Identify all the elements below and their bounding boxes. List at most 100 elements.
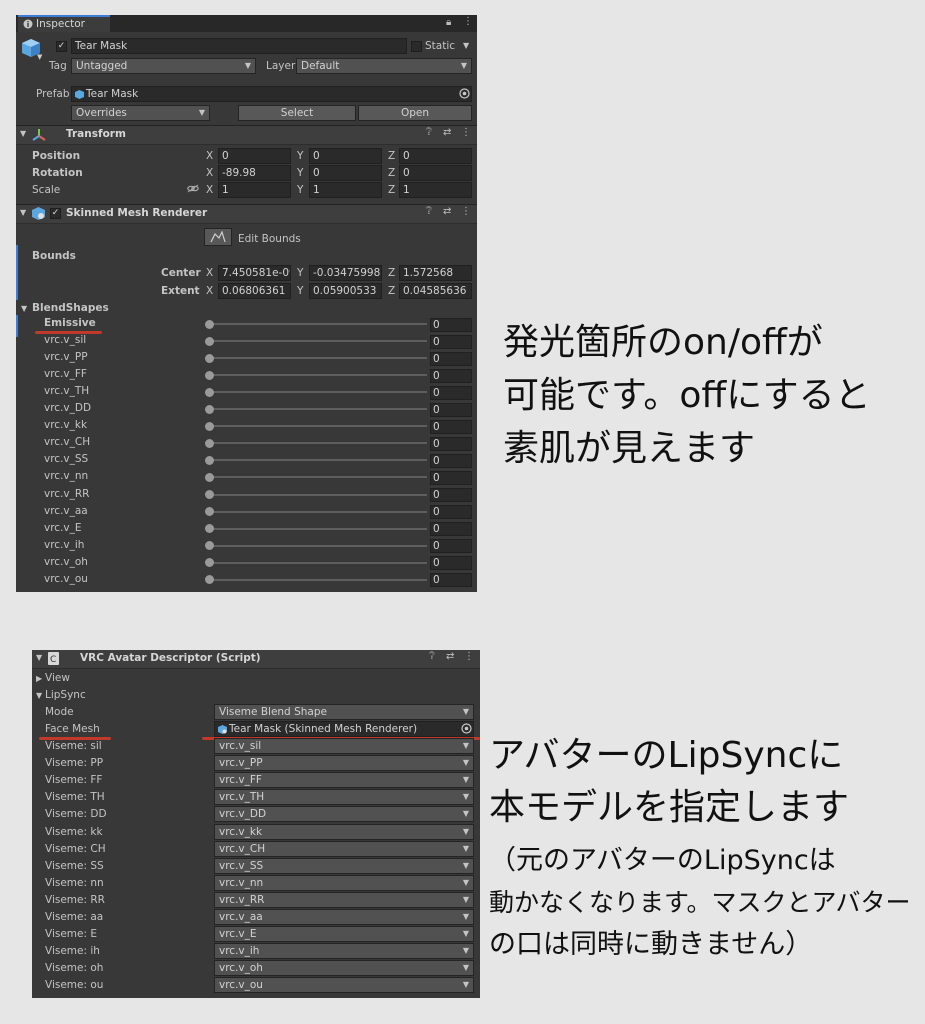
- blendshape-value-field[interactable]: 0: [430, 556, 472, 571]
- blendshape-value-field[interactable]: 0: [430, 436, 472, 451]
- prefab-field[interactable]: Tear Mask: [71, 86, 472, 102]
- help-icon[interactable]: ❔︎: [429, 651, 435, 662]
- foldout-arrow-icon[interactable]: ▼: [21, 304, 27, 313]
- viseme-dropdown[interactable]: vrc.v_CH ▼: [214, 840, 474, 857]
- viseme-dropdown[interactable]: vrc.v_RR ▼: [214, 891, 474, 908]
- transform-header[interactable]: ▼ Transform ❔︎ ⇄ ⋮: [16, 125, 477, 145]
- blendshape-slider-handle[interactable]: [205, 319, 214, 329]
- smr-enabled-checkbox[interactable]: ✓: [50, 208, 61, 219]
- link-scale-icon[interactable]: [187, 184, 199, 193]
- help-icon[interactable]: ❔︎: [426, 127, 432, 138]
- blendshape-value-field[interactable]: 0: [430, 488, 472, 502]
- viseme-dropdown[interactable]: vrc.v_aa ▼: [214, 909, 474, 925]
- blendshape-slider-handle[interactable]: [205, 490, 214, 499]
- blendshape-slider-track[interactable]: [209, 340, 427, 343]
- lipsync-foldout[interactable]: LipSync: [45, 689, 86, 701]
- more-icon[interactable]: ⋮: [461, 206, 471, 217]
- extent-y-field[interactable]: 0.05900533: [309, 283, 382, 299]
- blendshape-value-field[interactable]: 0: [430, 539, 472, 554]
- edit-bounds-button[interactable]: [204, 228, 232, 246]
- blendshape-slider-handle[interactable]: [205, 438, 214, 448]
- viseme-dropdown[interactable]: vrc.v_SS ▼: [214, 857, 474, 874]
- preset-icon[interactable]: ⇄: [443, 127, 451, 138]
- foldout-arrow-right-icon[interactable]: ▶: [36, 674, 42, 683]
- blendshape-slider-track[interactable]: [209, 493, 427, 496]
- overrides-dropdown[interactable]: Overrides ▼: [71, 105, 210, 121]
- blendshape-slider-track[interactable]: [209, 391, 427, 394]
- more-icon[interactable]: ⋮: [464, 651, 474, 662]
- preset-icon[interactable]: ⇄: [446, 651, 454, 662]
- blendshape-slider-handle[interactable]: [205, 370, 214, 380]
- viseme-dropdown[interactable]: vrc.v_kk ▼: [214, 823, 474, 840]
- more-icon[interactable]: ⋮: [463, 16, 473, 27]
- extent-z-field[interactable]: 0.04585636: [399, 283, 472, 299]
- blendshape-slider-track[interactable]: [209, 323, 427, 325]
- view-foldout[interactable]: View: [45, 672, 70, 684]
- tag-dropdown[interactable]: Untagged ▼: [71, 58, 256, 74]
- blendshape-value-field[interactable]: 0: [430, 385, 472, 400]
- object-picker-icon[interactable]: [459, 88, 470, 99]
- cube-dropdown-icon[interactable]: ▼: [37, 53, 42, 61]
- blendshape-slider-track[interactable]: [209, 357, 427, 360]
- viseme-dropdown[interactable]: vrc.v_oh ▼: [214, 960, 474, 977]
- viseme-dropdown[interactable]: vrc.v_E ▼: [214, 926, 474, 943]
- blendshape-slider-track[interactable]: [209, 408, 427, 411]
- blendshape-value-field[interactable]: 0: [430, 402, 472, 417]
- blendshape-value-field[interactable]: 0: [430, 368, 472, 383]
- mode-dropdown[interactable]: Viseme Blend Shape ▼: [214, 704, 474, 720]
- transform-y-field[interactable]: 1: [309, 182, 382, 198]
- blendshape-value-field[interactable]: 0: [430, 334, 472, 349]
- blendshape-value-field[interactable]: 0: [430, 317, 472, 332]
- more-icon[interactable]: ⋮: [461, 127, 471, 138]
- blendshape-slider-handle[interactable]: [205, 404, 214, 414]
- blendshape-slider-track[interactable]: [209, 476, 427, 479]
- transform-z-field[interactable]: 0: [399, 148, 472, 164]
- viseme-dropdown[interactable]: vrc.v_PP ▼: [214, 755, 474, 772]
- smr-header[interactable]: ▼ ✓ Skinned Mesh Renderer ❔︎ ⇄ ⋮: [16, 204, 477, 224]
- blendshape-slider-handle[interactable]: [205, 336, 214, 346]
- transform-z-field[interactable]: 1: [399, 182, 472, 198]
- blendshape-slider-handle[interactable]: [205, 524, 214, 534]
- blendshape-slider-handle[interactable]: [205, 421, 214, 431]
- blendshape-slider-track[interactable]: [209, 561, 427, 564]
- foldout-arrow-icon[interactable]: ▼: [20, 129, 26, 138]
- viseme-dropdown[interactable]: vrc.v_FF ▼: [214, 772, 474, 789]
- blendshapes-label[interactable]: BlendShapes: [32, 302, 109, 314]
- blendshape-slider-handle[interactable]: [205, 353, 214, 363]
- viseme-dropdown[interactable]: vrc.v_ih ▼: [214, 943, 474, 960]
- transform-x-field[interactable]: 1: [218, 182, 291, 198]
- viseme-dropdown[interactable]: vrc.v_ou ▼: [214, 977, 474, 994]
- object-name-field[interactable]: Tear Mask: [71, 38, 407, 54]
- center-y-field[interactable]: -0.03475998: [309, 265, 382, 281]
- viseme-dropdown[interactable]: vrc.v_TH ▼: [214, 789, 474, 806]
- blendshape-slider-track[interactable]: [209, 578, 427, 581]
- blendshape-value-field[interactable]: 0: [430, 573, 472, 588]
- viseme-dropdown[interactable]: vrc.v_nn ▼: [214, 874, 474, 891]
- select-button[interactable]: Select: [238, 105, 356, 121]
- active-checkbox[interactable]: ✓: [56, 41, 67, 52]
- blendshape-value-field[interactable]: 0: [430, 505, 472, 520]
- vrc-header[interactable]: ▼ C VRC Avatar Descriptor (Script) ❔︎ ⇄ …: [32, 650, 480, 669]
- preset-icon[interactable]: ⇄: [443, 206, 451, 217]
- blendshape-value-field[interactable]: 0: [430, 351, 472, 366]
- blendshape-slider-track[interactable]: [209, 425, 427, 428]
- static-checkbox[interactable]: [411, 41, 422, 52]
- viseme-dropdown[interactable]: vrc.v_sil ▼: [214, 738, 474, 754]
- blendshape-slider-handle[interactable]: [205, 472, 214, 482]
- object-picker-icon[interactable]: [461, 723, 472, 734]
- blendshape-value-field[interactable]: 0: [430, 522, 472, 537]
- transform-x-field[interactable]: -89.98: [218, 165, 291, 181]
- help-icon[interactable]: ❔︎: [426, 206, 432, 217]
- tab-inspector[interactable]: Inspector: [18, 15, 110, 32]
- blendshape-value-field[interactable]: 0: [430, 470, 472, 485]
- static-dropdown-icon[interactable]: ▼: [463, 41, 469, 50]
- blendshape-slider-track[interactable]: [209, 544, 427, 547]
- open-button[interactable]: Open: [358, 105, 472, 121]
- blendshape-slider-handle[interactable]: [205, 455, 214, 465]
- center-x-field[interactable]: 7.450581e-09: [218, 265, 291, 281]
- blendshape-slider-handle[interactable]: [205, 541, 214, 551]
- viseme-dropdown[interactable]: vrc.v_DD ▼: [214, 806, 474, 823]
- blendshape-slider-handle[interactable]: [205, 387, 214, 397]
- center-z-field[interactable]: 1.572568: [399, 265, 472, 281]
- transform-z-field[interactable]: 0: [399, 165, 472, 181]
